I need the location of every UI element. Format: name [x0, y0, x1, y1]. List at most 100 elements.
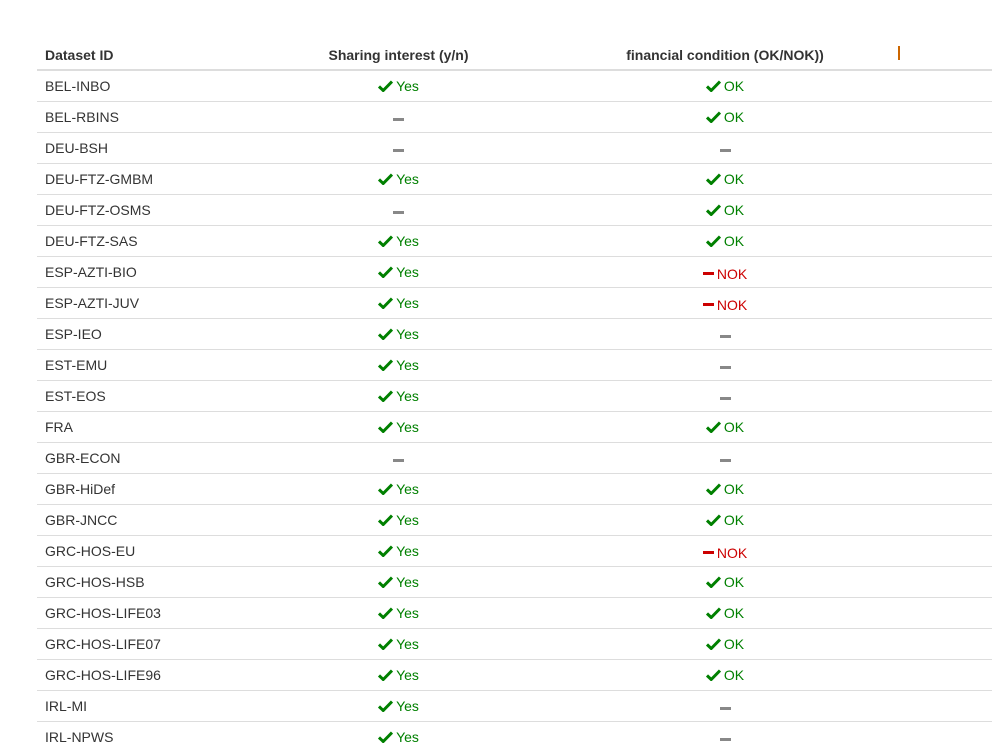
sharing-interest-cell: Yes — [237, 628, 560, 660]
truncated-cell — [890, 628, 992, 660]
dataset-id-cell: GBR-JNCC — [37, 504, 237, 536]
dataset-id-cell: EST-EMU — [37, 349, 237, 381]
sharing-interest-cell: Yes — [237, 721, 560, 744]
column-header-dataset-id[interactable]: Dataset ID — [37, 40, 237, 71]
dash-icon — [393, 211, 404, 215]
check-icon — [378, 668, 394, 681]
check-icon — [705, 234, 721, 247]
sharing-yes-label: Yes — [396, 77, 419, 94]
sharing-none — [393, 118, 404, 122]
table-row: FRA Yes OK — [37, 411, 992, 443]
minus-icon — [702, 271, 714, 276]
dash-icon — [393, 118, 404, 122]
truncated-cell — [890, 225, 992, 257]
financial-ok: OK — [705, 574, 744, 590]
check-icon — [705, 172, 721, 185]
dataset-id-cell: IRL-MI — [37, 690, 237, 722]
sharing-yes: Yes — [378, 233, 419, 249]
financial-ok-label: OK — [723, 635, 745, 652]
sharing-yes-label: Yes — [396, 728, 419, 744]
sharing-yes: Yes — [378, 667, 419, 683]
table-row: DEU-BSH Yes OK — [37, 132, 992, 164]
sharing-yes-label: Yes — [396, 666, 419, 683]
sharing-yes: Yes — [378, 574, 419, 590]
sharing-yes-label: Yes — [396, 697, 419, 714]
sharing-none — [393, 211, 404, 215]
check-icon — [705, 637, 721, 650]
dataset-id-cell: GBR-HiDef — [37, 473, 237, 505]
table-row: GRC-HOS-LIFE07 Yes OK — [37, 628, 992, 660]
dash-icon — [719, 335, 731, 339]
financial-ok: OK — [705, 604, 745, 621]
financial-ok: OK — [705, 171, 744, 187]
sharing-interest-cell: Yes — [237, 535, 560, 567]
financial-ok: OK — [705, 418, 745, 435]
financial-condition-cell: OK NOK — [560, 504, 890, 536]
sharing-interest-cell: Yes — [237, 69, 560, 102]
table-row: ESP-AZTI-BIO Yes OK — [37, 256, 992, 288]
sharing-yes: Yes — [378, 419, 419, 435]
sharing-yes-label: Yes — [396, 387, 419, 404]
financial-none — [719, 366, 731, 370]
financial-ok-label: OK — [723, 418, 745, 435]
check-icon — [378, 606, 394, 619]
sharing-interest-cell: Yes — [237, 597, 560, 629]
check-icon — [378, 420, 394, 433]
dataset-id-cell: GRC-HOS-LIFE03 — [37, 597, 237, 629]
truncated-cell — [890, 504, 992, 536]
sharing-interest-cell: Yes — [237, 163, 560, 195]
truncated-cell — [890, 101, 992, 133]
column-header-sharing-interest[interactable]: Sharing interest (y/n) — [237, 40, 560, 71]
sharing-interest-cell: Yes — [237, 287, 560, 319]
truncated-cell — [890, 473, 992, 505]
sharing-interest-cell: Yes — [237, 349, 560, 381]
check-icon — [378, 513, 394, 526]
financial-none — [719, 459, 731, 463]
financial-condition-cell: OK NOK — [560, 101, 890, 133]
check-icon — [378, 79, 394, 92]
truncated-cell — [890, 411, 992, 443]
check-icon — [378, 575, 394, 588]
check-icon — [705, 110, 721, 123]
sharing-yes-label: Yes — [396, 263, 419, 280]
dataset-id-cell: GRC-HOS-HSB — [37, 566, 237, 598]
check-icon — [378, 389, 394, 402]
dataset-id-cell: IRL-NPWS — [37, 721, 237, 744]
check-icon — [705, 203, 721, 216]
sharing-none — [393, 459, 404, 463]
truncated-cell — [890, 442, 992, 474]
table-row: ESP-AZTI-JUV Yes OK — [37, 287, 992, 319]
check-icon — [705, 513, 721, 526]
dataset-id-cell: ESP-IEO — [37, 318, 237, 350]
financial-condition-cell: OK NOK — [560, 721, 890, 744]
truncated-cell — [890, 349, 992, 381]
check-icon — [378, 296, 394, 309]
column-header-truncated — [890, 40, 992, 71]
truncated-cell — [890, 535, 992, 567]
sharing-yes: Yes — [378, 698, 419, 714]
financial-none — [719, 707, 731, 711]
table-row: GRC-HOS-HSB Yes OK — [37, 566, 992, 598]
sharing-yes-label: Yes — [396, 325, 419, 342]
sharing-yes: Yes — [378, 295, 419, 311]
financial-condition-cell: OK NOK — [560, 473, 890, 505]
page: Dataset ID Sharing interest (y/n) financ… — [0, 0, 992, 744]
check-icon — [378, 265, 394, 278]
financial-nok: NOK — [702, 545, 747, 561]
check-icon — [378, 637, 394, 650]
sharing-yes-label: Yes — [396, 232, 419, 249]
financial-condition-cell: OK NOK — [560, 163, 890, 195]
financial-condition-cell: OK NOK — [560, 411, 890, 443]
sharing-interest-cell: Yes — [237, 442, 560, 474]
sharing-yes: Yes — [378, 512, 419, 528]
sharing-yes-label: Yes — [396, 604, 419, 621]
column-header-financial-condition[interactable]: financial condition (OK/NOK)) — [560, 40, 890, 71]
sharing-yes-label: Yes — [396, 542, 419, 559]
dataset-id-cell: BEL-RBINS — [37, 101, 237, 133]
dataset-id-cell: GRC-HOS-EU — [37, 535, 237, 567]
sharing-yes: Yes — [378, 171, 419, 187]
table-row: DEU-FTZ-SAS Yes OK — [37, 225, 992, 257]
financial-ok-label: OK — [723, 604, 745, 621]
financial-condition-cell: OK NOK — [560, 442, 890, 474]
minus-icon — [702, 550, 714, 555]
